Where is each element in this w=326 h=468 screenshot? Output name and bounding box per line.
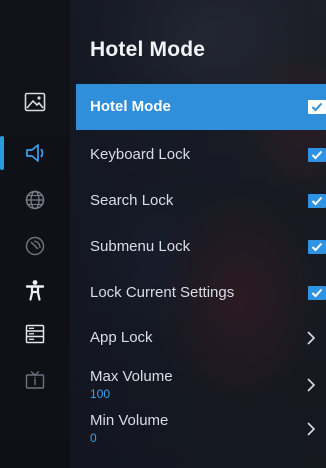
menu-item-keyboard-lock[interactable]: Keyboard Lock bbox=[76, 132, 326, 178]
checkmark-icon bbox=[311, 196, 323, 206]
lock-current-settings-checkbox[interactable] bbox=[308, 286, 326, 300]
menu-item-submenu-lock[interactable]: Submenu Lock bbox=[76, 224, 326, 270]
tv-settings-screen: Hotel Mode Hotel Mode Keyboard Lock Sear… bbox=[0, 0, 326, 468]
menu-item-label: Hotel Mode bbox=[90, 98, 171, 115]
keyboard-lock-checkbox[interactable] bbox=[308, 148, 326, 162]
menu-item-label: Search Lock bbox=[90, 192, 174, 209]
submenu-lock-checkbox[interactable] bbox=[308, 240, 326, 254]
system-icon bbox=[25, 324, 45, 344]
sidebar-item-network[interactable] bbox=[0, 180, 70, 220]
menu-item-app-lock[interactable]: App Lock bbox=[76, 315, 326, 361]
checkmark-icon bbox=[311, 150, 323, 160]
checkmark-icon bbox=[311, 288, 323, 298]
menu-item-min-volume[interactable]: Min Volume 0 bbox=[76, 406, 326, 452]
menu-item-label: Submenu Lock bbox=[90, 238, 191, 255]
support-icon bbox=[25, 371, 45, 389]
network-icon bbox=[25, 190, 45, 210]
menu-item-label: Min Volume bbox=[90, 412, 169, 429]
menu-item-label: Keyboard Lock bbox=[90, 146, 191, 163]
max-volume-value: 100 bbox=[90, 387, 111, 401]
sidebar-item-support[interactable] bbox=[0, 360, 70, 400]
sidebar-item-sound[interactable] bbox=[0, 133, 70, 173]
sidebar-item-channel[interactable] bbox=[0, 226, 70, 266]
min-volume-value: 0 bbox=[90, 431, 97, 445]
search-lock-checkbox[interactable] bbox=[308, 194, 326, 208]
hotel-mode-panel: Hotel Mode Hotel Mode Keyboard Lock Sear… bbox=[70, 0, 326, 468]
menu-item-lock-current-settings[interactable]: Lock Current Settings bbox=[76, 270, 326, 316]
sound-icon bbox=[26, 144, 44, 162]
sidebar-item-accessibility[interactable] bbox=[0, 270, 70, 310]
hotel-mode-checkbox[interactable] bbox=[308, 100, 326, 114]
menu-item-label: Max Volume bbox=[90, 368, 173, 385]
picture-icon bbox=[24, 92, 46, 112]
channel-icon bbox=[25, 236, 45, 256]
checkmark-icon bbox=[311, 242, 323, 252]
menu-item-label: Lock Current Settings bbox=[90, 284, 235, 301]
chevron-right-icon bbox=[307, 378, 316, 392]
page-title: Hotel Mode bbox=[90, 38, 206, 61]
sidebar-item-picture[interactable] bbox=[0, 82, 70, 122]
menu-item-hotel-mode[interactable]: Hotel Mode bbox=[76, 84, 326, 130]
sidebar-item-system[interactable] bbox=[0, 314, 70, 354]
menu-item-max-volume[interactable]: Max Volume 100 bbox=[76, 362, 326, 408]
settings-sidebar bbox=[0, 0, 70, 468]
menu-item-label: App Lock bbox=[90, 329, 153, 346]
accessibility-icon bbox=[25, 280, 45, 301]
chevron-right-icon bbox=[307, 422, 316, 436]
checkmark-icon bbox=[311, 102, 323, 112]
menu-item-search-lock[interactable]: Search Lock bbox=[76, 178, 326, 224]
chevron-right-icon bbox=[307, 331, 316, 345]
